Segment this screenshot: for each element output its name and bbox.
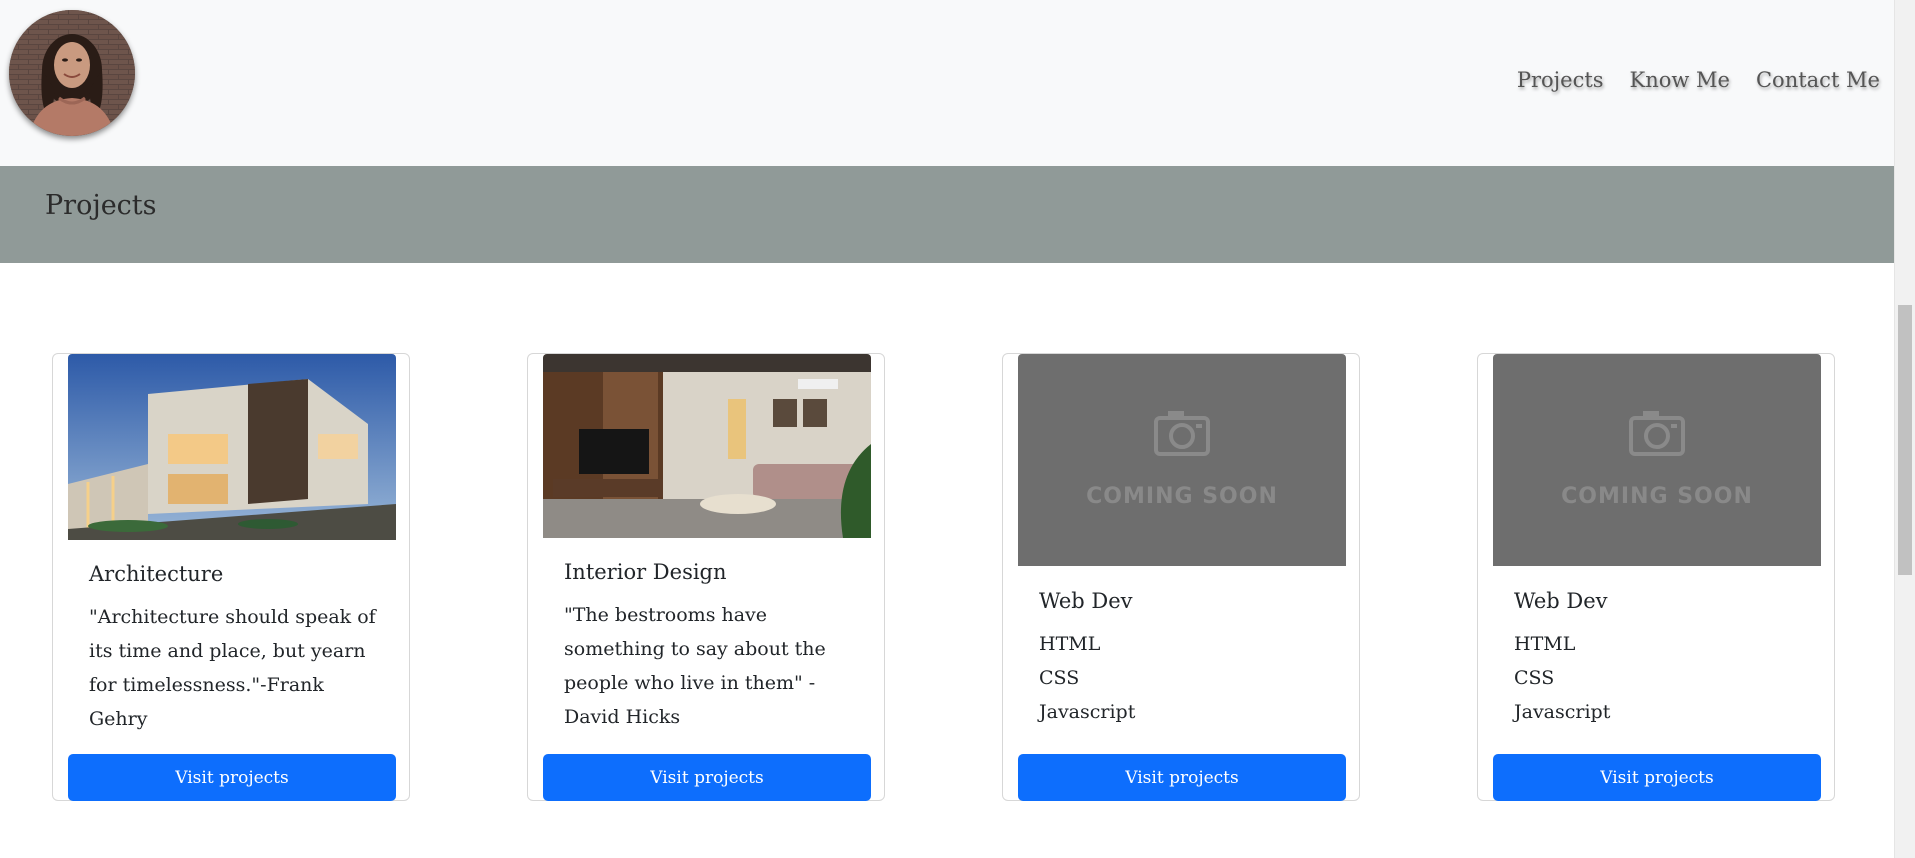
camera-icon: [1629, 411, 1685, 456]
skill-list: HTML CSS Javascript: [1039, 627, 1135, 729]
architecture-photo: [68, 354, 396, 540]
skill-list: HTML CSS Javascript: [1514, 627, 1610, 729]
visit-projects-button[interactable]: Visit projects: [1493, 754, 1821, 801]
list-item: HTML: [1514, 633, 1576, 655]
card-image: [543, 354, 871, 538]
card-title: Interior Design: [564, 560, 727, 584]
project-card-architecture: Architecture "Architecture should speak …: [52, 353, 410, 801]
card-text: "Architecture should speak of its time a…: [89, 606, 376, 730]
section-banner: Projects: [0, 166, 1894, 263]
nav-links: Projects Know Me Contact Me: [1517, 68, 1880, 92]
coming-soon-image: COMING SOON: [1018, 354, 1346, 566]
list-item: Javascript: [1514, 701, 1611, 723]
nav-link-projects[interactable]: Projects: [1517, 68, 1604, 92]
avatar-photo: [9, 10, 135, 136]
section-title: Projects: [45, 190, 157, 221]
coming-soon-label: COMING SOON: [1561, 484, 1753, 509]
camera-icon: [1154, 411, 1210, 456]
project-card-web-dev-2: COMING SOON Web Dev HTML CSS Javascript …: [1477, 353, 1835, 801]
scrollbar-thumb[interactable]: [1898, 305, 1912, 575]
navbar: Projects Know Me Contact Me: [0, 0, 1894, 166]
list-item: CSS: [1039, 667, 1080, 689]
vertical-scrollbar[interactable]: [1894, 0, 1915, 858]
list-item: Javascript: [1039, 701, 1136, 723]
list-item: CSS: [1514, 667, 1555, 689]
project-card-interior-design: Interior Design "The bestrooms have some…: [527, 353, 885, 801]
coming-soon-label: COMING SOON: [1086, 484, 1278, 509]
project-card-web-dev-1: COMING SOON Web Dev HTML CSS Javascript …: [1002, 353, 1360, 801]
avatar[interactable]: [9, 10, 135, 136]
visit-projects-button[interactable]: Visit projects: [68, 754, 396, 801]
list-item: HTML: [1039, 633, 1101, 655]
visit-projects-button[interactable]: Visit projects: [543, 754, 871, 801]
coming-soon-image: COMING SOON: [1493, 354, 1821, 566]
card-text: "The bestrooms have something to say abo…: [564, 604, 826, 728]
card-title: Web Dev: [1514, 589, 1608, 613]
nav-link-contact-me[interactable]: Contact Me: [1756, 68, 1880, 92]
card-title: Web Dev: [1039, 589, 1133, 613]
page: Projects Know Me Contact Me Projects Arc…: [0, 0, 1915, 858]
visit-projects-button[interactable]: Visit projects: [1018, 754, 1346, 801]
card-image: [68, 354, 396, 540]
nav-link-know-me[interactable]: Know Me: [1630, 68, 1730, 92]
interior-photo: [543, 354, 871, 538]
card-title: Architecture: [89, 562, 224, 586]
